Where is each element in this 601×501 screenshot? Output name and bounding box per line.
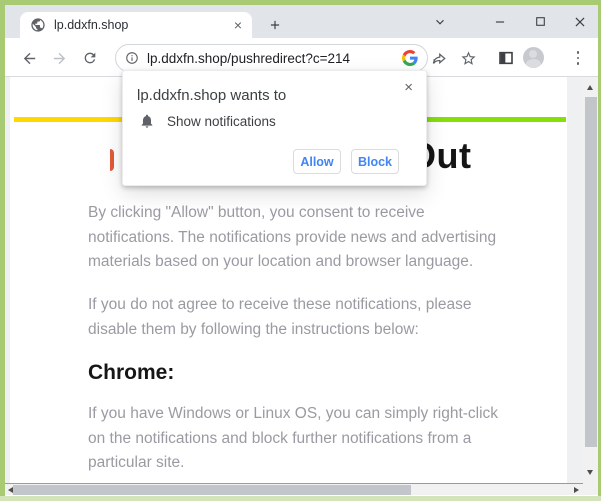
browser-tab[interactable]: lp.ddxfn.shop × — [20, 12, 252, 38]
notification-permission-popup: × lp.ddxfn.shop wants to Show notificati… — [122, 70, 427, 186]
scroll-down-arrow-icon[interactable] — [587, 470, 593, 475]
frame-bottom-strip — [0, 496, 601, 501]
popup-permission-text: Show notifications — [167, 114, 276, 129]
popup-close-icon[interactable]: × — [404, 80, 413, 95]
menu-dots-icon[interactable] — [567, 48, 589, 68]
avatar[interactable] — [522, 47, 544, 67]
notification-bell-icon — [139, 113, 155, 129]
side-panel-icon[interactable] — [495, 48, 517, 68]
titlebar: lp.ddxfn.shop × — [5, 5, 598, 38]
globe-favicon-icon — [30, 17, 46, 33]
info-circle-icon[interactable] — [125, 51, 139, 65]
horizontal-scroll-thumb[interactable] — [13, 485, 411, 495]
maximize-button[interactable] — [527, 5, 553, 38]
scroll-right-arrow-icon[interactable] — [574, 487, 579, 493]
clipped-red-glyph — [110, 149, 114, 171]
paragraph-disable: If you do not agree to receive these not… — [88, 293, 548, 342]
horizontal-scrollbar[interactable] — [5, 483, 583, 495]
address-bar[interactable]: lp.ddxfn.shop/pushredirect?c=214 — [115, 44, 428, 72]
new-tab-button[interactable] — [263, 13, 287, 37]
allow-button[interactable]: Allow — [293, 149, 341, 174]
url-text[interactable]: lp.ddxfn.shop/pushredirect?c=214 — [147, 51, 402, 66]
paragraph-instructions: If you have Windows or Linux OS, you can… — [88, 402, 548, 476]
scroll-up-arrow-icon[interactable] — [587, 85, 593, 90]
vertical-scrollbar[interactable] — [583, 77, 598, 483]
chevron-down-icon[interactable] — [427, 5, 453, 38]
bookmark-star-icon[interactable] — [457, 48, 479, 68]
close-window-button[interactable] — [567, 5, 593, 38]
back-button[interactable] — [17, 46, 41, 70]
forward-button[interactable] — [47, 46, 71, 70]
block-button[interactable]: Block — [351, 149, 399, 174]
popup-title: lp.ddxfn.shop wants to — [137, 87, 286, 104]
vertical-scroll-thumb[interactable] — [585, 97, 597, 447]
scrollbar-corner — [583, 483, 598, 495]
reload-button[interactable] — [78, 46, 102, 70]
google-logo-icon[interactable] — [402, 50, 418, 66]
tab-title: lp.ddxfn.shop — [54, 18, 232, 32]
tab-close-icon[interactable]: × — [232, 16, 244, 34]
minimize-button[interactable] — [487, 5, 513, 38]
paragraph-consent: By clicking "Allow" button, you consent … — [88, 201, 548, 275]
share-icon[interactable] — [429, 48, 451, 68]
chrome-subheading: Chrome: — [88, 361, 174, 385]
